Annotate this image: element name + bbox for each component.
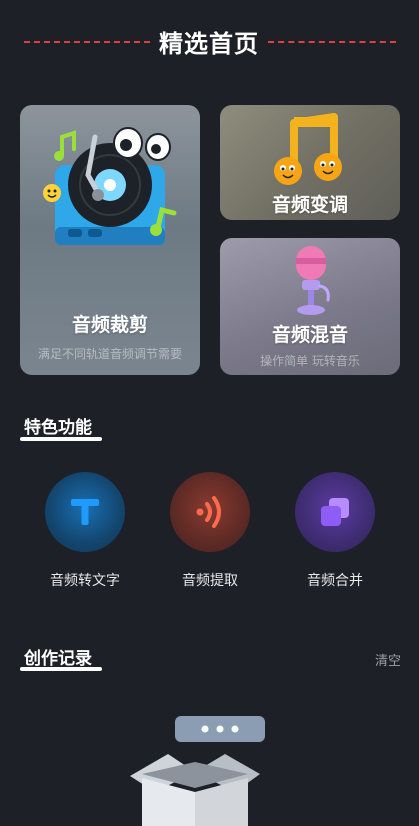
header-divider-left [24, 41, 150, 43]
audio-mix-title: 音频混音 [271, 324, 348, 346]
sound-wave-icon [170, 472, 250, 552]
history-title-underline [20, 667, 102, 671]
audio-trim-card[interactable]: 音频裁剪 满足不同轨道音频调节需要 [20, 105, 200, 375]
vinyl-record-player-illustration [43, 127, 177, 245]
audio-merge-label: 音频合并 [307, 573, 363, 589]
text-t-icon [45, 472, 125, 552]
audio-mix-card[interactable]: 音频混音 操作简单 玩转音乐 [220, 238, 400, 375]
features-title-underline [20, 437, 102, 441]
audio-extract-button[interactable]: 音频提取 [155, 472, 265, 592]
microphone-illustration [296, 246, 330, 315]
audio-merge-button[interactable]: 音频合并 [280, 472, 390, 592]
audio-pitch-card[interactable]: 音频变调 [220, 105, 400, 220]
header-divider-right [268, 41, 396, 43]
audio-extract-label: 音频提取 [182, 573, 238, 589]
audio-mix-subtitle: 操作简单 玩转音乐 [260, 354, 360, 368]
music-note-illustration [274, 113, 342, 185]
audio-trim-title: 音频裁剪 [71, 314, 148, 336]
clear-history-button[interactable]: 清空 [375, 650, 401, 669]
audio-to-text-label: 音频转文字 [50, 573, 120, 589]
audio-to-text-button[interactable]: 音频转文字 [30, 472, 140, 592]
merge-squares-icon [295, 472, 375, 552]
empty-box-icon [130, 716, 265, 826]
page-title: 精选首页 [159, 30, 259, 58]
header: 精选首页 [0, 22, 419, 62]
history-section-title: 创作记录 [24, 649, 92, 669]
features-section-title: 特色功能 [24, 418, 92, 438]
app-screen: 精选首页 音频裁剪 满足不同轨道音频调节需要 音频变调 音频混音 操作简单 玩转… [0, 0, 419, 826]
audio-trim-subtitle: 满足不同轨道音频调节需要 [37, 347, 182, 361]
audio-pitch-title: 音频变调 [271, 194, 348, 216]
